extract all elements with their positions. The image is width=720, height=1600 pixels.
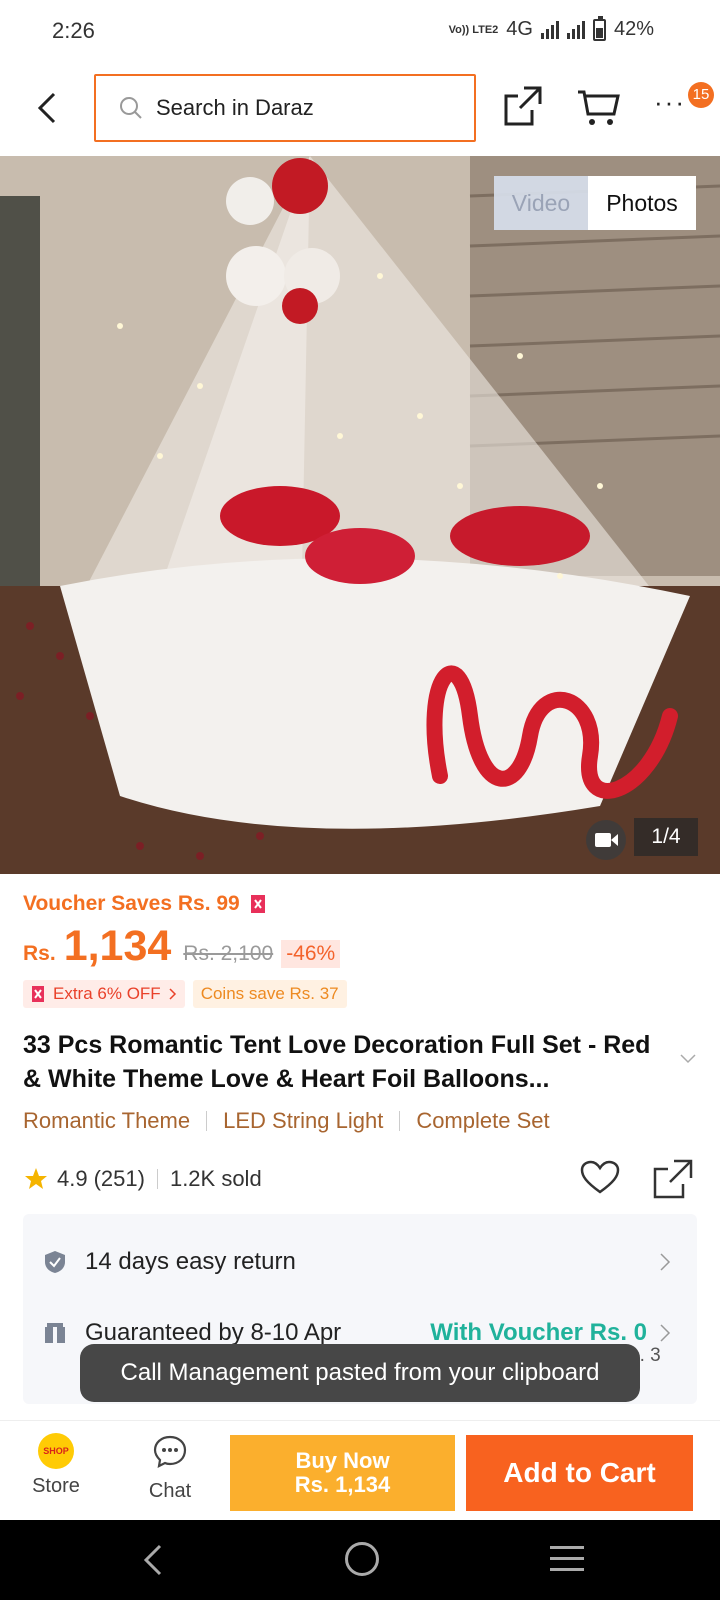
rating-score: 4.9: [57, 1166, 88, 1191]
image-counter: 1/4: [634, 818, 698, 856]
wishlist-button[interactable]: [580, 1160, 620, 1196]
voucher-ticket-icon: [32, 986, 44, 1002]
currency-label: Rs.: [23, 942, 56, 965]
battery-icon: [592, 15, 606, 41]
share-product-button[interactable]: [652, 1158, 694, 1200]
current-price: 1,134: [63, 922, 172, 970]
delivery-voucher-text: With Voucher Rs. 0: [430, 1319, 647, 1346]
share-button[interactable]: [502, 84, 544, 128]
app-header: Search in Daraz ··· 15: [0, 62, 720, 154]
system-back-button[interactable]: [140, 1542, 164, 1578]
promo-extra-off[interactable]: Extra 6% OFF: [23, 980, 185, 1008]
discount-badge: -46%: [281, 940, 341, 968]
share-icon: [504, 86, 542, 126]
delivery-box-icon: [45, 1323, 65, 1343]
tab-photos[interactable]: Photos: [588, 176, 696, 230]
status-time: 2:26: [52, 18, 95, 43]
title-expand-button[interactable]: [678, 1052, 698, 1066]
share-icon: [653, 1159, 693, 1199]
chevron-down-icon: [680, 1054, 696, 1064]
sold-count: 1.2K sold: [169, 1166, 262, 1191]
video-play-button[interactable]: [586, 820, 626, 860]
product-image[interactable]: Video Photos 1/4: [0, 156, 720, 874]
delivery-date-text: Guaranteed by 8-10 Apr: [85, 1319, 342, 1346]
tag-divider: [206, 1111, 208, 1131]
voucher-savings-text: Voucher Saves Rs. 99: [23, 892, 240, 915]
signal-2-icon: [566, 20, 585, 39]
signal-icon: [540, 20, 559, 39]
product-photo-illustration: [0, 156, 720, 874]
chevron-right-icon: [169, 988, 176, 1000]
promo-extra-text: Extra 6% OFF: [53, 984, 161, 1003]
tab-video[interactable]: Video: [494, 176, 588, 230]
status-indicators: Vo)) LTE2 4G 42%: [448, 15, 654, 41]
status-bar: 2:26 Vo)) LTE2 4G 42%: [0, 0, 720, 62]
rating-count: (251): [93, 1166, 145, 1191]
back-button[interactable]: [28, 84, 68, 132]
search-input[interactable]: Search in Daraz: [94, 74, 476, 142]
menu-line-icon: [550, 1546, 584, 1549]
system-recents-button[interactable]: [550, 1546, 584, 1574]
search-placeholder: Search in Daraz: [156, 95, 314, 120]
network-type: 4G: [506, 18, 533, 40]
product-tags: Romantic Theme LED String Light Complete…: [23, 1108, 550, 1134]
add-to-cart-button[interactable]: Add to Cart: [466, 1435, 693, 1511]
buy-now-button[interactable]: Buy Now Rs. 1,134: [230, 1435, 455, 1511]
store-button[interactable]: SHOP Store: [14, 1433, 98, 1513]
cart-button[interactable]: [576, 86, 620, 128]
battery-percent: 42%: [613, 18, 654, 40]
system-home-button[interactable]: [345, 1542, 379, 1576]
product-title: 33 Pcs Romantic Tent Love Decoration Ful…: [23, 1031, 651, 1093]
voucher-savings[interactable]: Voucher Saves Rs. 99: [23, 892, 266, 916]
menu-line-icon: [550, 1557, 584, 1560]
promo-row: Extra 6% OFF Coins save Rs. 37: [23, 980, 347, 1008]
voucher-ticket-icon: [250, 895, 265, 913]
chat-bubble-icon: [153, 1435, 187, 1468]
chevron-right-icon: [660, 1253, 671, 1271]
back-arrow-icon: [37, 92, 56, 124]
return-policy-row[interactable]: 14 days easy return: [23, 1232, 697, 1292]
chat-label: Chat: [148, 1480, 192, 1502]
search-icon: [120, 97, 142, 119]
notification-badge: 15: [688, 82, 714, 108]
tag-item: LED String Light: [223, 1108, 384, 1133]
shield-check-icon: [45, 1251, 65, 1273]
buy-now-label: Buy Now: [295, 1448, 390, 1473]
store-logo-icon: SHOP: [38, 1433, 74, 1469]
cart-icon: [578, 90, 620, 125]
back-chevron-icon: [143, 1544, 162, 1576]
chevron-right-icon: [660, 1324, 671, 1342]
rating-row[interactable]: 4.9 (251) 1.2K sold: [23, 1166, 262, 1192]
rating-divider: [156, 1169, 158, 1189]
price-row: Rs. 1,134 Rs. 2,100 -46%: [23, 922, 341, 971]
promo-coins[interactable]: Coins save Rs. 37: [192, 980, 347, 1008]
tag-item: Complete Set: [416, 1108, 550, 1133]
menu-line-icon: [550, 1568, 584, 1571]
video-camera-icon: [595, 833, 618, 847]
system-navigation-bar: [0, 1520, 720, 1600]
volte-label: Vo)) LTE2: [448, 23, 499, 36]
bottom-action-bar: SHOP Store Chat Buy Now Rs. 1,134 Add to…: [0, 1420, 720, 1520]
chat-button[interactable]: Chat: [128, 1433, 212, 1513]
clipboard-toast: Call Management pasted from your clipboa…: [80, 1344, 640, 1402]
tag-item: Romantic Theme: [23, 1108, 191, 1133]
buy-now-price: Rs. 1,134: [294, 1472, 391, 1497]
heart-icon: [580, 1160, 620, 1194]
store-label: Store: [32, 1475, 80, 1497]
original-price: Rs. 2,100: [183, 942, 274, 965]
media-tabs: Video Photos: [494, 176, 696, 230]
return-policy-text: 14 days easy return: [85, 1248, 296, 1275]
tag-divider: [399, 1111, 401, 1131]
star-icon: [25, 1168, 47, 1189]
